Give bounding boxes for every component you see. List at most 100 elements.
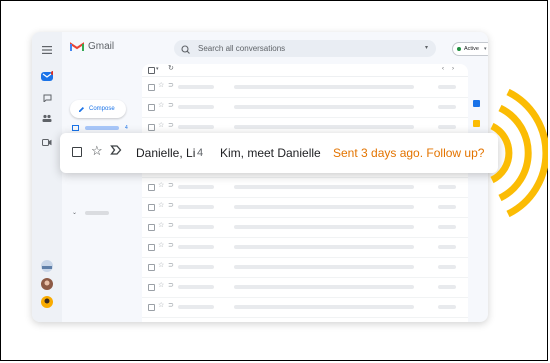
message-subject: Kim, meet Danielle (220, 146, 321, 160)
sender-placeholder (178, 85, 214, 89)
table-row[interactable]: ☆⊃ (142, 297, 468, 318)
navigation-panel: Compose 4 ☆ ⌄ (62, 64, 142, 322)
row-checkbox[interactable] (148, 124, 155, 131)
highlighted-message-row[interactable]: ☆ Danielle, Li 4 Kim, meet Danielle Sent… (60, 133, 498, 173)
row-checkbox[interactable] (148, 204, 155, 211)
star-icon[interactable]: ☆ (158, 302, 164, 309)
contact-avatar-icon[interactable] (41, 278, 53, 290)
star-icon[interactable]: ☆ (158, 82, 164, 89)
previous-page-icon[interactable]: ‹ (442, 65, 444, 73)
workspace-avatar-icon[interactable] (41, 260, 53, 272)
select-checkbox[interactable] (72, 147, 82, 157)
next-page-icon[interactable]: › (452, 65, 454, 73)
star-icon[interactable]: ☆ (158, 102, 164, 109)
star-icon[interactable]: ☆ (158, 122, 164, 129)
date-placeholder (438, 305, 456, 309)
search-bar[interactable]: Search all conversations ▾ (174, 40, 436, 57)
important-marker-icon[interactable]: ⊃ (168, 122, 174, 129)
sender-placeholder (178, 125, 214, 129)
refresh-icon[interactable]: ↻ (168, 65, 174, 73)
star-icon[interactable]: ☆ (158, 222, 164, 229)
important-marker-icon[interactable]: ⊃ (168, 102, 174, 109)
select-all-checkbox[interactable] (148, 67, 155, 74)
status-label: Active (464, 46, 479, 52)
row-checkbox[interactable] (148, 84, 155, 91)
sender-placeholder (178, 185, 214, 189)
app-rail (32, 32, 62, 322)
table-row[interactable]: ☆⊃ (142, 197, 468, 218)
chat-icon[interactable] (41, 92, 53, 104)
row-checkbox[interactable] (148, 244, 155, 251)
important-marker-icon[interactable]: ⊃ (168, 202, 174, 209)
important-marker-icon[interactable]: ⊃ (168, 242, 174, 249)
nav-item-more[interactable]: ⌄ (72, 209, 110, 217)
sender-placeholder (178, 225, 214, 229)
table-row[interactable]: ☆⊃ (142, 257, 468, 278)
message-list: ▾ ↻ ‹ › ☆⊃☆⊃☆⊃☆⊃☆⊃☆⊃☆⊃☆⊃☆⊃☆⊃☆⊃☆⊃ (142, 64, 468, 322)
app-name: Gmail (88, 41, 115, 52)
table-row[interactable]: ☆⊃ (142, 177, 468, 198)
important-marker-icon[interactable]: ⊃ (168, 302, 174, 309)
subject-placeholder (234, 205, 414, 209)
date-placeholder (438, 225, 456, 229)
nudge-signal-icon (490, 88, 548, 218)
inbox-count: 4 (125, 125, 128, 131)
subject-placeholder (234, 305, 414, 309)
table-row[interactable]: ☆⊃ (142, 217, 468, 238)
row-checkbox[interactable] (148, 304, 155, 311)
compose-label: Compose (89, 106, 115, 112)
star-icon[interactable]: ☆ (91, 144, 103, 158)
important-marker-icon[interactable]: ⊃ (168, 282, 174, 289)
star-icon[interactable]: ☆ (158, 262, 164, 269)
important-marker-icon[interactable] (110, 144, 122, 159)
row-checkbox[interactable] (148, 264, 155, 271)
main-menu-icon[interactable] (41, 44, 53, 56)
star-icon[interactable]: ☆ (158, 282, 164, 289)
date-placeholder (438, 285, 456, 289)
table-row[interactable]: ☆⊃ (142, 277, 468, 298)
star-icon[interactable]: ☆ (158, 202, 164, 209)
important-marker-icon[interactable]: ⊃ (168, 222, 174, 229)
compose-button[interactable]: Compose (70, 100, 126, 118)
nav-label-placeholder (85, 126, 119, 130)
important-marker-icon[interactable]: ⊃ (168, 262, 174, 269)
subject-placeholder (234, 105, 414, 109)
chevron-down-icon[interactable]: ▾ (156, 66, 159, 72)
subject-placeholder (234, 85, 414, 89)
table-row[interactable]: ☆⊃ (142, 97, 468, 118)
follow-up-nudge: Sent 3 days ago. Follow up? (333, 146, 485, 160)
sender-placeholder (178, 265, 214, 269)
important-marker-icon[interactable]: ⊃ (168, 82, 174, 89)
date-placeholder (438, 105, 456, 109)
row-checkbox[interactable] (148, 184, 155, 191)
gmail-logo[interactable]: Gmail (70, 41, 114, 52)
row-checkbox[interactable] (148, 104, 155, 111)
search-options-icon[interactable]: ▾ (425, 45, 428, 51)
table-row[interactable]: ☆⊃ (142, 77, 468, 98)
search-icon (181, 44, 190, 54)
date-placeholder (438, 265, 456, 269)
status-dot-icon (457, 47, 461, 51)
star-icon[interactable]: ☆ (158, 182, 164, 189)
sender-placeholder (178, 285, 214, 289)
subject-placeholder (234, 245, 414, 249)
table-row[interactable]: ☆⊃ (142, 237, 468, 258)
message-sender: Danielle, Li (136, 146, 196, 160)
top-bar: Gmail Search all conversations ▾ Active … (62, 32, 488, 64)
mail-icon[interactable] (41, 70, 53, 82)
sender-placeholder (178, 245, 214, 249)
important-marker-icon[interactable]: ⊃ (168, 182, 174, 189)
date-placeholder (438, 245, 456, 249)
meet-icon[interactable] (41, 136, 53, 148)
spaces-icon[interactable] (41, 112, 53, 124)
status-chip[interactable]: Active ▾ (452, 42, 488, 56)
star-icon[interactable]: ☆ (158, 242, 164, 249)
list-toolbar: ▾ ↻ ‹ › (142, 64, 468, 77)
row-checkbox[interactable] (148, 284, 155, 291)
contact-avatar-icon[interactable] (41, 296, 53, 308)
nav-item-inbox[interactable]: 4 (72, 124, 128, 132)
sender-placeholder (178, 205, 214, 209)
subject-placeholder (234, 285, 414, 289)
sender-placeholder (178, 105, 214, 109)
row-checkbox[interactable] (148, 224, 155, 231)
